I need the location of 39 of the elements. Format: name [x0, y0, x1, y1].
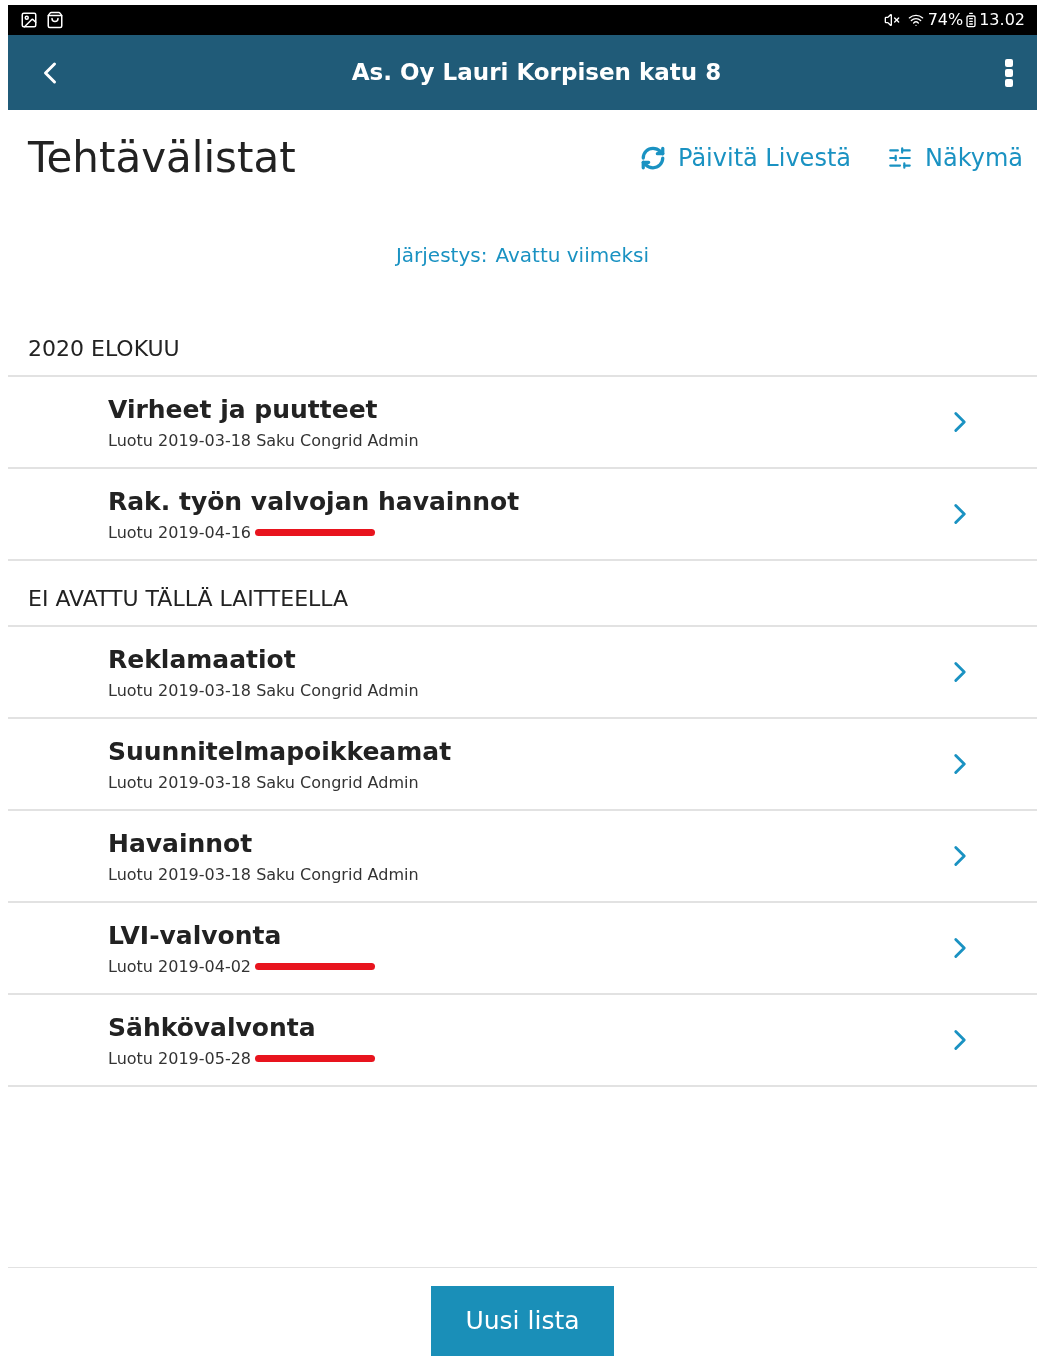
- refresh-icon: [640, 144, 666, 171]
- sort-button[interactable]: Järjestys: Avattu viimeksi: [395, 240, 650, 270]
- clock: 13.02: [979, 9, 1025, 31]
- list-item[interactable]: LVI-valvonta Luotu 2019-04-02: [8, 903, 1037, 995]
- section-header: 2020 ELOKUU: [28, 335, 180, 363]
- list-item-title: Havainnot: [108, 828, 254, 861]
- image-icon: [20, 11, 38, 29]
- list-item[interactable]: Havainnot Luotu 2019-03-18 Saku Congrid Admin: [8, 811, 1037, 903]
- mute-icon: [883, 12, 900, 28]
- list-item-subtitle: Luotu 2019-04-16: [108, 521, 252, 544]
- list-item[interactable]: Suunnitelmapoikkeamat Luotu 2019-03-18 Saku Congrid Admin: [8, 719, 1037, 811]
- list-item-title: LVI-valvonta: [108, 920, 283, 953]
- list-item-subtitle: Luotu 2019-03-18 Saku Congrid Admin: [108, 679, 419, 702]
- list-item[interactable]: Reklamaatiot Luotu 2019-03-18 Saku Congrid Admin: [8, 627, 1037, 719]
- more-button[interactable]: [1005, 58, 1013, 87]
- new-list-button[interactable]: Uusi lista: [431, 1286, 614, 1356]
- list-item-title: Reklamaatiot: [108, 644, 297, 677]
- list-item-title: Suunnitelmapoikkeamat: [108, 736, 453, 769]
- list-item[interactable]: Virheet ja puutteet Luotu 2019-03-18 Saku Congrid Admin: [8, 377, 1037, 469]
- list-item-subtitle: Luotu 2019-03-18 Saku Congrid Admin: [108, 771, 419, 794]
- list-item-title: Sähkövalvonta: [108, 1012, 317, 1045]
- list-item-title: Rak. työn valvojan havainnot: [108, 486, 521, 519]
- list-item-title: Virheet ja puutteet: [108, 394, 379, 427]
- more-icon: [1005, 58, 1013, 87]
- section-header: EI AVATTU TÄLLÄ LAITTEELLA: [28, 585, 349, 613]
- list-item-subtitle: Luotu 2019-03-18 Saku Congrid Admin: [108, 429, 419, 452]
- wifi-icon: [907, 12, 924, 28]
- list-item-subtitle: Luotu 2019-04-02: [108, 955, 252, 978]
- page-title: Tehtävälistat: [28, 132, 297, 184]
- list-item-subtitle: Luotu 2019-05-28: [108, 1047, 252, 1070]
- list-item[interactable]: Rak. työn valvojan havainnot Luotu 2019-04-16: [8, 469, 1037, 561]
- sliders-icon: [887, 144, 913, 171]
- list-item-subtitle: Luotu 2019-03-18 Saku Congrid Admin: [108, 863, 419, 886]
- app-bar-title: As. Oy Lauri Korpisen katu 8: [350, 58, 723, 88]
- refresh-button[interactable]: Päivitä Livestä: [640, 139, 851, 176]
- bag-icon: [46, 11, 64, 29]
- view-button[interactable]: Näkymä: [887, 139, 1023, 176]
- battery-percent: 74%: [927, 9, 964, 31]
- list-item[interactable]: Sähkövalvonta Luotu 2019-05-28: [8, 995, 1037, 1087]
